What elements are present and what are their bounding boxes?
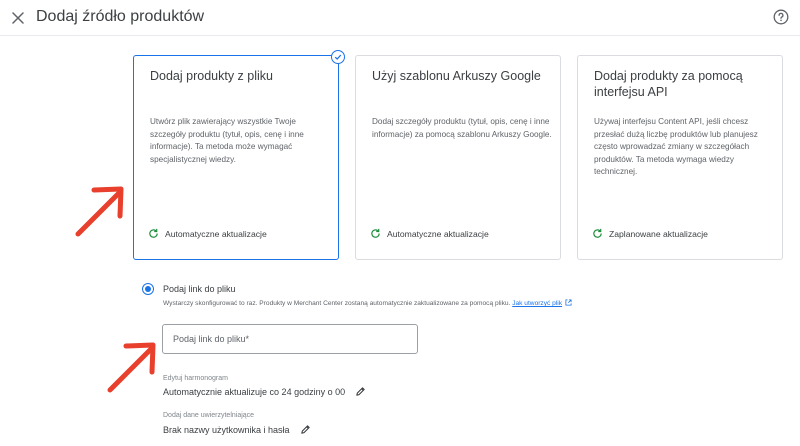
card-add-from-file[interactable]: Dodaj produkty z pliku Utwórz plik zawie… [133,50,345,260]
schedule-value: Automatycznie aktualizuje co 24 godziny … [163,386,346,397]
card-footer: Zaplanowane aktualizacje [592,228,708,239]
scheduled-refresh-icon [593,228,602,238]
dialog-header: Dodaj źródło produktów [0,0,800,36]
help-circle-icon [773,9,789,25]
link-option-help-text: Wystarczy skonfigurować to raz. Produkty… [163,300,511,307]
credentials-row: Brak nazwy użytkownika i hasła [163,424,311,435]
how-to-create-file-link[interactable]: Jak utworzyć plik [512,299,572,307]
how-to-create-file-link-text: Jak utworzyć plik [512,300,563,307]
card-content-api[interactable]: Dodaj produkty za pomocą interfejsu API … [577,55,783,260]
card-title: Dodaj produkty za pomocą interfejsu API [594,69,743,99]
help-button[interactable] [773,9,789,25]
credentials-value: Brak nazwy użytkownika i hasła [163,424,290,435]
card-title: Użyj szablonu Arkuszy Google [372,69,541,83]
pencil-icon [300,425,310,434]
card-footer-label: Zaplanowane aktualizacje [609,228,708,239]
link-option-radio[interactable] [142,283,154,295]
schedule-row: Automatycznie aktualizuje co 24 godziny … [163,386,366,397]
schedule-label: Edytuj harmonogram [163,375,228,382]
edit-credentials-button[interactable] [300,424,311,435]
close-icon [12,12,24,24]
dialog-title: Dodaj źródło produktów [36,8,205,25]
pencil-icon [356,387,365,396]
card-google-sheets-template[interactable]: Użyj szablonu Arkuszy Google Dodaj szcze… [355,55,561,260]
card-description: Utwórz plik zawierający wszystkie Twoje … [150,117,304,164]
card-description: Używaj interfejsu Content API, jeśli chc… [594,117,758,176]
credentials-label: Dodaj dane uwierzytelniające [163,412,255,419]
link-option-label: Podaj link do pliku [163,284,236,294]
selected-check-badge [331,50,345,64]
check-icon [334,54,342,60]
card-footer: Automatyczne aktualizacje [370,228,489,239]
radio-selected-dot [145,286,151,292]
open-in-new-icon [565,299,572,306]
edit-schedule-button[interactable] [355,386,366,397]
card-description: Dodaj szczegóły produktu (tytuł, opis, c… [372,117,552,139]
annotation-arrow-icon [75,186,124,237]
link-option-help: Wystarczy skonfigurować to raz. Produkty… [163,299,572,307]
annotation-arrow-icon [107,342,156,393]
card-footer: Automatyczne aktualizacje [148,228,267,239]
card-title: Dodaj produkty z pliku [150,69,273,83]
card-footer-label: Automatyczne aktualizacje [165,228,267,239]
file-link-input[interactable] [162,324,418,354]
close-button[interactable] [8,8,28,28]
card-footer-label: Automatyczne aktualizacje [387,228,489,239]
auto-refresh-icon [149,228,158,238]
auto-refresh-icon [371,228,380,238]
